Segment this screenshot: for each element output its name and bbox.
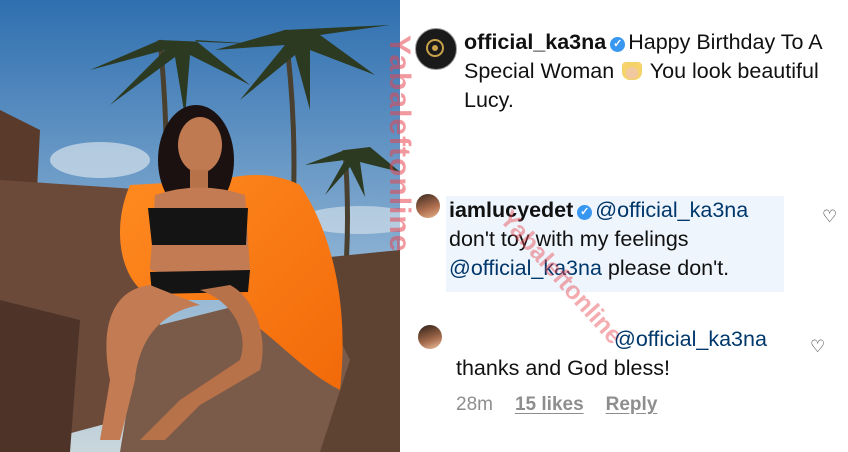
reply-avatar[interactable] (418, 325, 442, 349)
comment-mention[interactable]: @official_ka3na (595, 198, 748, 222)
post-caption: official_ka3na ✓ Happy Birthday To A Speci… (464, 28, 834, 115)
like-heart-icon[interactable]: ♡ (810, 338, 825, 355)
reply-text: thanks and God bless! (456, 356, 670, 380)
reply-button[interactable]: Reply (606, 394, 658, 415)
comment-avatar[interactable] (416, 194, 440, 218)
comment-text-end: please don't. (607, 256, 730, 280)
comment-1: iamlucyedet ✓ @official_ka3na don't toy wi… (449, 196, 789, 283)
post-photo (0, 0, 400, 452)
verified-badge-icon: ✓ (577, 205, 593, 220)
verified-badge-icon: ✓ (610, 37, 626, 52)
post-author-avatar[interactable] (415, 28, 457, 70)
like-heart-icon[interactable]: ♡ (822, 208, 837, 225)
timestamp: 28m (456, 394, 493, 415)
reply-mention[interactable]: @official_ka3na (614, 327, 767, 352)
likes-link[interactable]: 15 likes (515, 394, 584, 415)
comment-text: don't toy with my feelings (449, 227, 689, 251)
watermark-vertical: Yabaleftonline (383, 35, 416, 253)
post-username[interactable]: official_ka3na (464, 30, 606, 54)
princess-icon (622, 62, 643, 80)
reply-meta: 28m 15 likes Reply (456, 394, 679, 416)
